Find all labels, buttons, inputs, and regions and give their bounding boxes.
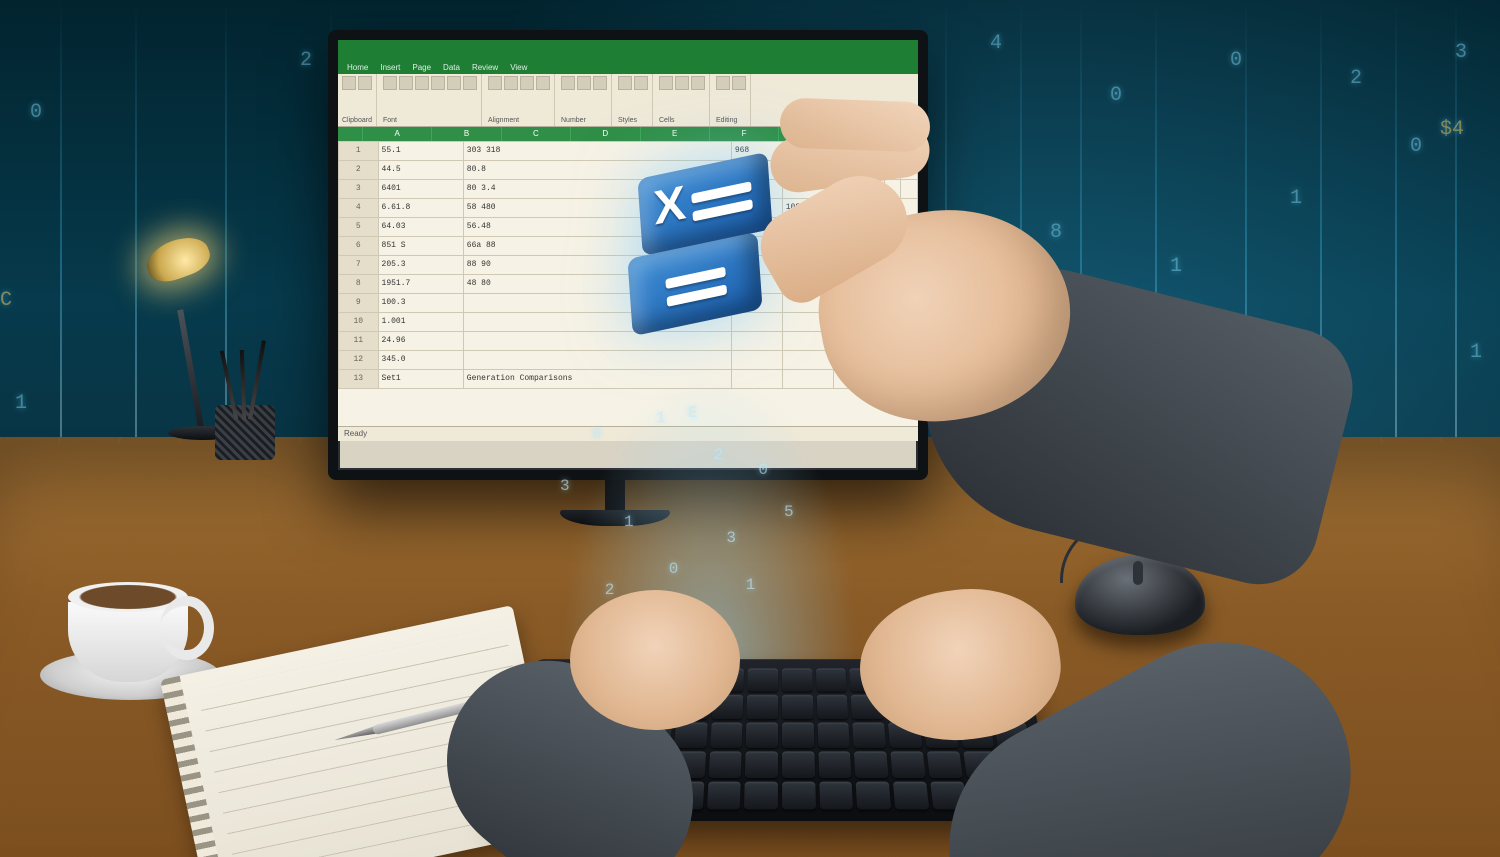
key[interactable]: [782, 695, 813, 719]
illustration-scene: 0 1 2 3 4 8 0 1 0 1 2 0 3 1 $4 C Home: [0, 0, 1500, 857]
key[interactable]: [782, 782, 816, 810]
ribbon-tab[interactable]: View: [507, 61, 530, 74]
pen-cup: [205, 380, 285, 460]
ribbon-tab[interactable]: Review: [469, 61, 501, 74]
ribbon-tab[interactable]: Data: [440, 61, 463, 74]
right-typing-hand: [820, 560, 1240, 857]
left-typing-hand: [500, 560, 780, 820]
ribbon-tab[interactable]: Insert: [377, 61, 403, 74]
large-reaching-hand: [700, 90, 1300, 610]
key[interactable]: [782, 751, 815, 778]
key[interactable]: [782, 668, 813, 691]
ribbon-tab[interactable]: Home: [344, 61, 371, 74]
ribbon-tabs: Home Insert Page Data Review View: [338, 58, 918, 74]
app-titlebar: [338, 40, 918, 58]
ribbon-tab[interactable]: Page: [409, 61, 434, 74]
key[interactable]: [782, 722, 814, 747]
